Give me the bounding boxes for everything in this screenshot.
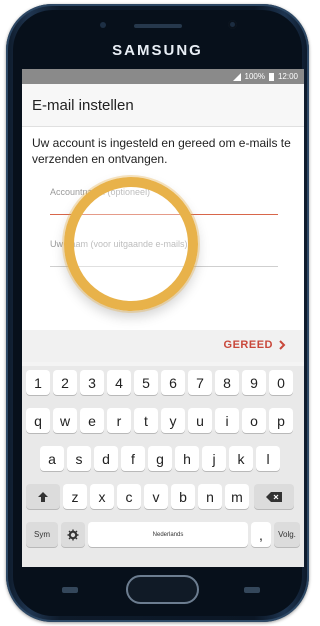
key-6[interactable]: 6 bbox=[161, 370, 185, 395]
key-0[interactable]: 0 bbox=[269, 370, 293, 395]
key-s[interactable]: s bbox=[67, 446, 91, 471]
key-c[interactable]: c bbox=[117, 484, 141, 509]
keyboard-row-bottom: Sym Nederlands , Volg. bbox=[22, 522, 304, 549]
page-title: E-mail instellen bbox=[32, 96, 134, 114]
app-bar: E-mail instellen bbox=[22, 84, 304, 127]
signal-icon bbox=[232, 72, 241, 81]
key-o[interactable]: o bbox=[242, 408, 266, 433]
key-z[interactable]: z bbox=[63, 484, 87, 509]
key-q[interactable]: q bbox=[26, 408, 50, 433]
backspace-key[interactable] bbox=[254, 484, 294, 509]
key-k[interactable]: k bbox=[229, 446, 253, 471]
backspace-icon bbox=[266, 491, 282, 502]
done-label: GEREED bbox=[223, 339, 273, 351]
key-h[interactable]: h bbox=[175, 446, 199, 471]
key-j[interactable]: j bbox=[202, 446, 226, 471]
key-r[interactable]: r bbox=[107, 408, 131, 433]
key-y[interactable]: y bbox=[161, 408, 185, 433]
key-1[interactable]: 1 bbox=[26, 370, 50, 395]
shift-key[interactable] bbox=[26, 484, 60, 509]
key-5[interactable]: 5 bbox=[134, 370, 158, 395]
key-e[interactable]: e bbox=[80, 408, 104, 433]
battery-icon bbox=[268, 72, 274, 81]
key-v[interactable]: v bbox=[144, 484, 168, 509]
key-b[interactable]: b bbox=[171, 484, 195, 509]
keyboard-number-row: 1 2 3 4 5 6 7 8 9 0 bbox=[22, 370, 304, 397]
action-bar: GEREED bbox=[22, 330, 304, 362]
key-l[interactable]: l bbox=[256, 446, 280, 471]
key-8[interactable]: 8 bbox=[215, 370, 239, 395]
gear-icon bbox=[67, 529, 79, 540]
key-4[interactable]: 4 bbox=[107, 370, 131, 395]
magnifier-highlight bbox=[64, 177, 198, 311]
device-bottom-controls bbox=[22, 567, 304, 612]
proximity-sensor bbox=[100, 22, 106, 28]
done-button[interactable]: GEREED bbox=[224, 339, 286, 351]
key-p[interactable]: p bbox=[269, 408, 293, 433]
keyboard-row-qwerty: q w e r t y u i o p bbox=[22, 408, 304, 435]
key-2[interactable]: 2 bbox=[53, 370, 77, 395]
comma-key[interactable]: , bbox=[251, 522, 271, 547]
key-u[interactable]: u bbox=[188, 408, 212, 433]
status-bar: 100% 12:00 bbox=[22, 69, 304, 84]
key-9[interactable]: 9 bbox=[242, 370, 266, 395]
setup-description: Uw account is ingesteld en gereed om e-m… bbox=[32, 136, 291, 166]
earpiece-speaker bbox=[134, 24, 182, 28]
shift-arrow-icon bbox=[38, 491, 48, 502]
screen: 100% 12:00 E-mail instellen Uw account i… bbox=[22, 69, 304, 567]
key-w[interactable]: w bbox=[53, 408, 77, 433]
key-f[interactable]: f bbox=[121, 446, 145, 471]
front-camera bbox=[228, 20, 237, 29]
chevron-right-icon bbox=[279, 340, 286, 350]
key-7[interactable]: 7 bbox=[188, 370, 212, 395]
key-g[interactable]: g bbox=[148, 446, 172, 471]
key-t[interactable]: t bbox=[134, 408, 158, 433]
sym-key[interactable]: Sym bbox=[26, 522, 58, 547]
keyboard-row-asdf: a s d f g h j k l bbox=[22, 446, 304, 473]
key-n[interactable]: n bbox=[198, 484, 222, 509]
key-a[interactable]: a bbox=[40, 446, 64, 471]
key-m[interactable]: m bbox=[225, 484, 249, 509]
clock: 12:00 bbox=[277, 72, 298, 81]
space-key[interactable]: Nederlands bbox=[88, 522, 248, 547]
key-d[interactable]: d bbox=[94, 446, 118, 471]
battery-percent: 100% bbox=[244, 72, 265, 81]
keyboard-row-zxcv: z x c v b n m bbox=[22, 484, 304, 511]
back-key[interactable] bbox=[244, 587, 260, 593]
home-button[interactable] bbox=[126, 575, 199, 604]
key-3[interactable]: 3 bbox=[80, 370, 104, 395]
recent-apps-key[interactable] bbox=[62, 587, 78, 593]
next-key[interactable]: Volg. bbox=[274, 522, 300, 547]
key-i[interactable]: i bbox=[215, 408, 239, 433]
key-x[interactable]: x bbox=[90, 484, 114, 509]
settings-key[interactable] bbox=[61, 522, 85, 547]
brand-logo: SAMSUNG bbox=[112, 42, 203, 59]
keyboard: 1 2 3 4 5 6 7 8 9 0 q w e r t y u i o p … bbox=[22, 366, 304, 567]
